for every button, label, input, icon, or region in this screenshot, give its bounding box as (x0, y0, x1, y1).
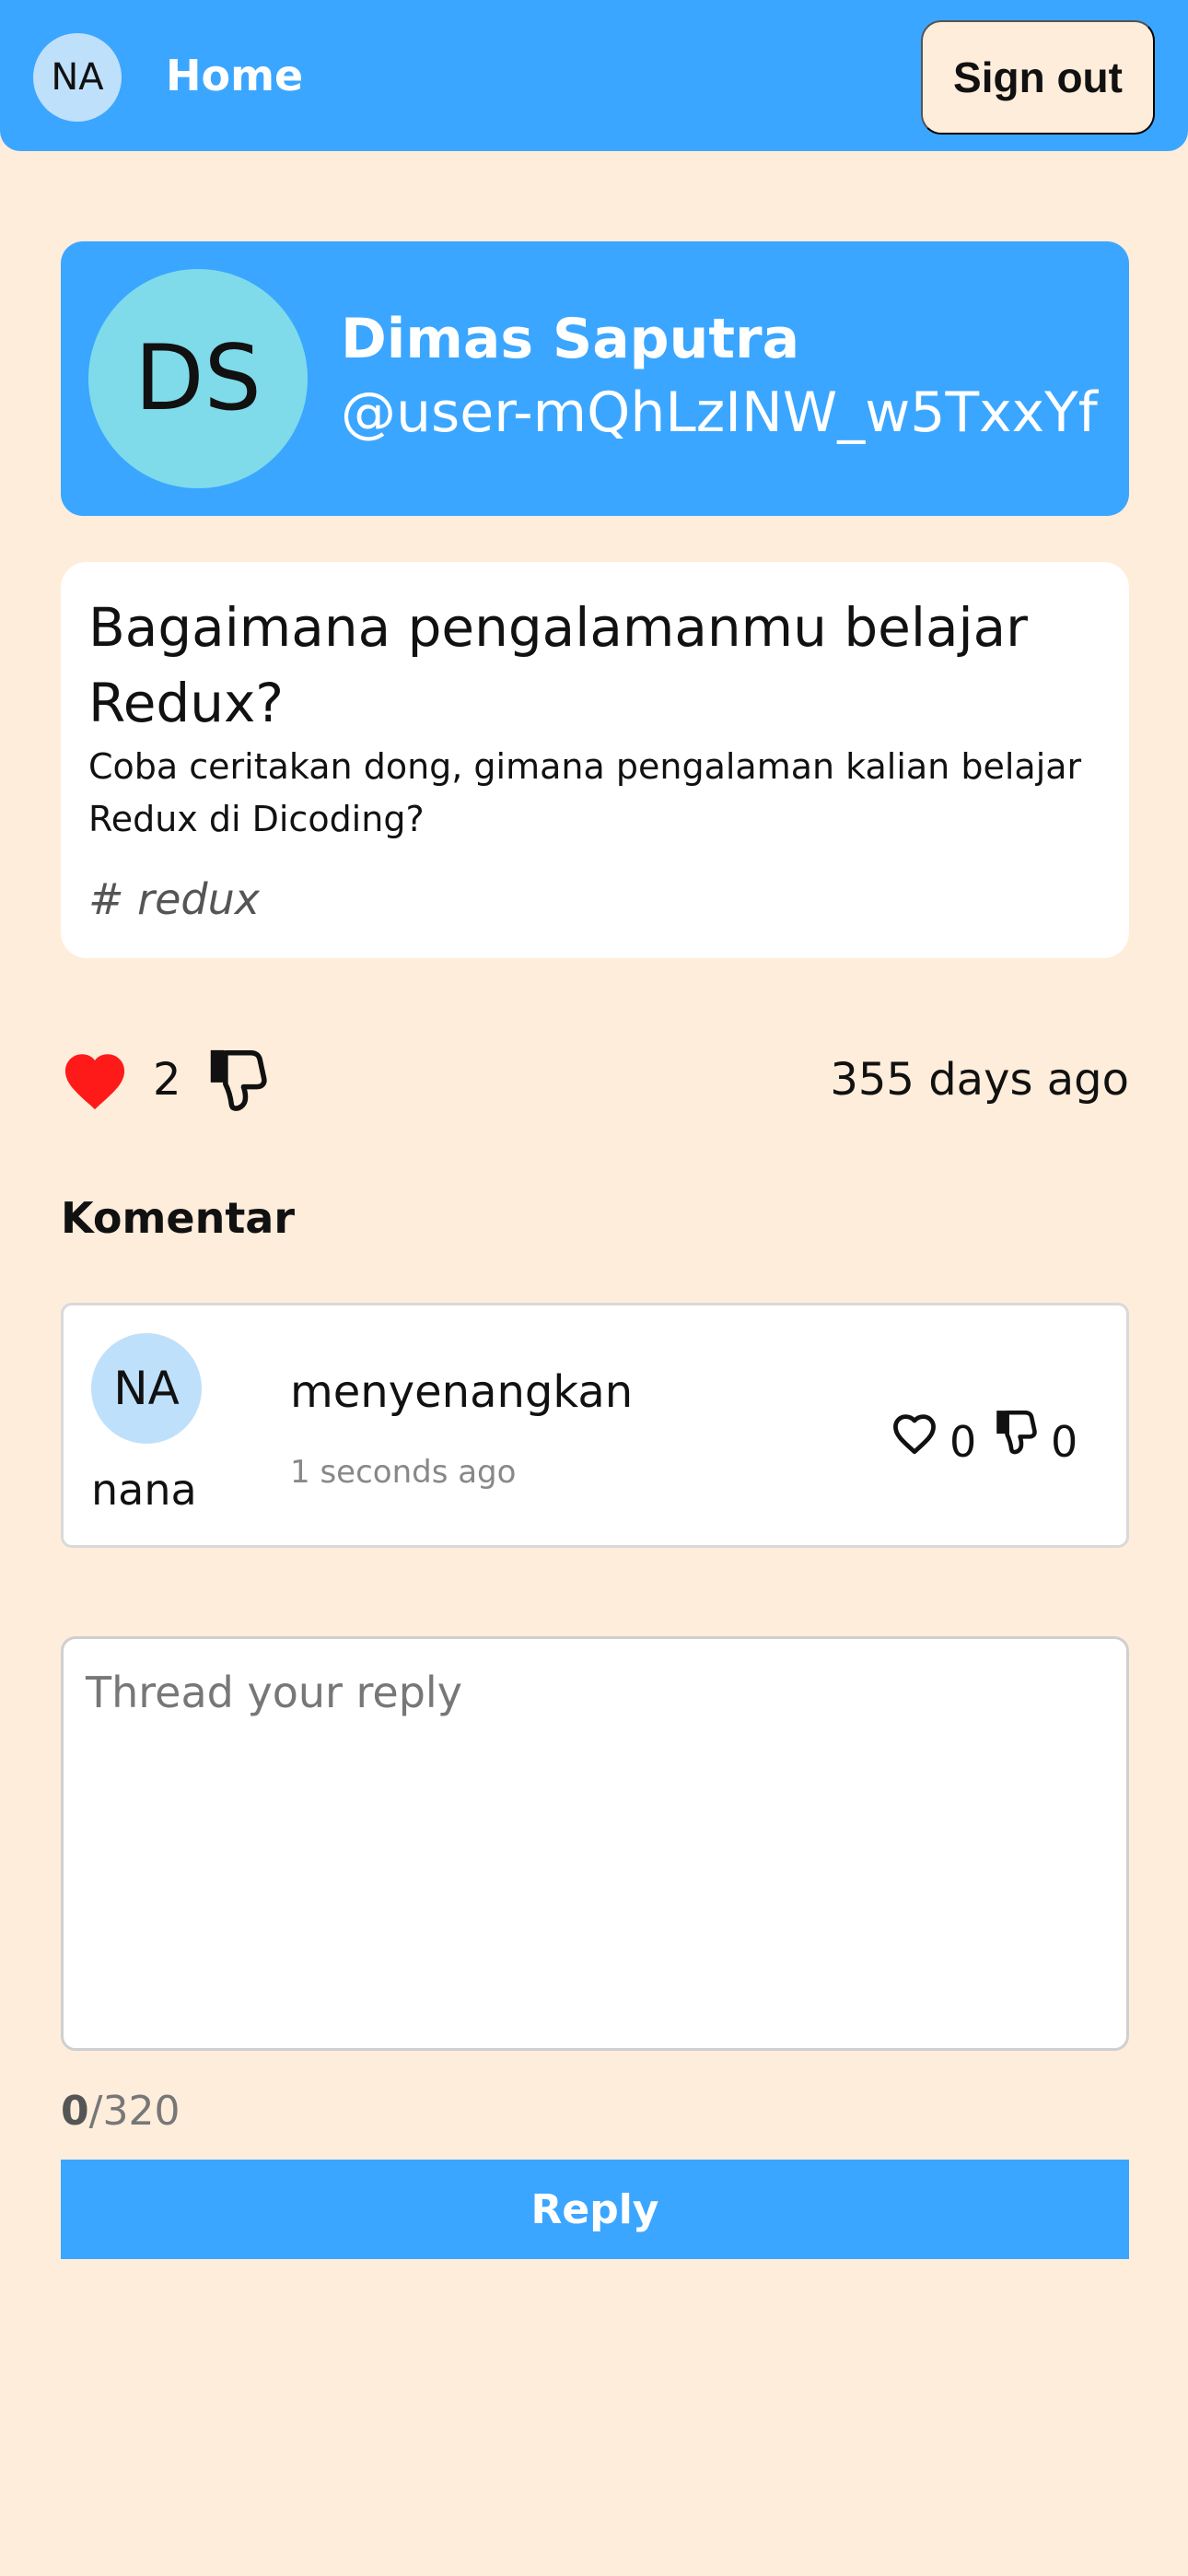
author-avatar: DS (88, 269, 308, 488)
thread-card: Bagaimana pengalamanmu belajar Redux? Co… (61, 562, 1129, 958)
comment-dislike-count: 0 (1051, 1417, 1078, 1467)
character-counter: 0/320 (61, 2082, 180, 2141)
heart-outline-icon[interactable] (891, 1411, 938, 1455)
thread-body: Coba ceritakan dong, gimana pengalaman k… (88, 746, 1082, 839)
comment-like-count: 0 (949, 1417, 977, 1467)
thread-timestamp: 355 days ago (830, 1054, 1129, 1106)
author-handle: @user-mQhLzINW_w5TxxYf (341, 381, 1098, 445)
character-max: /320 (88, 2088, 181, 2135)
home-link[interactable]: Home (166, 46, 303, 105)
comment-text: menyenangkan (290, 1366, 634, 1418)
user-avatar[interactable]: NA (33, 33, 122, 122)
thread-reactions: 2 355 days ago (61, 1045, 1129, 1118)
reply-textarea[interactable] (61, 1636, 1129, 2051)
thumbs-down-icon[interactable] (204, 1045, 271, 1115)
character-count: 0 (61, 2088, 89, 2135)
reply-button[interactable]: Reply (61, 2160, 1129, 2259)
heart-icon[interactable] (61, 1048, 129, 1111)
thread-author-card: DS Dimas Saputra @user-mQhLzINW_w5TxxYf (61, 241, 1129, 516)
thread-category-tag[interactable]: # redux (88, 870, 260, 929)
thread-like-count: 2 (153, 1054, 181, 1106)
comment-avatar: NA (91, 1333, 202, 1444)
thread-title: Bagaimana pengalamanmu belajar Redux? (88, 596, 1029, 734)
top-navbar: NA Home Sign out (0, 0, 1188, 151)
comment-timestamp: 1 seconds ago (290, 1454, 517, 1491)
sign-out-button[interactable]: Sign out (921, 20, 1155, 135)
comment-item: NA nana menyenangkan 1 seconds ago 0 0 (61, 1303, 1129, 1548)
comment-username: nana (91, 1465, 197, 1515)
thumbs-down-icon[interactable] (992, 1407, 1040, 1457)
comments-heading: Komentar (61, 1193, 296, 1243)
author-name: Dimas Saputra (341, 307, 800, 371)
